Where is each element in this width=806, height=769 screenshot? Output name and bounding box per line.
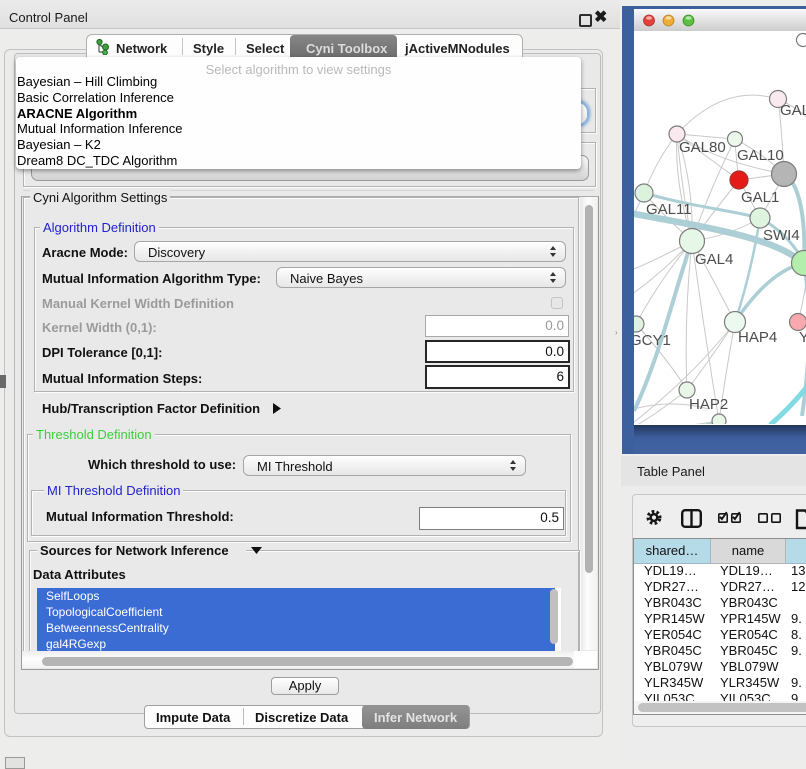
svg-text:HAP4: HAP4 bbox=[738, 329, 777, 346]
svg-text:GAL1: GAL1 bbox=[741, 189, 779, 206]
svg-text:GAL11: GAL11 bbox=[646, 201, 692, 218]
svg-text:GAL2: GAL2 bbox=[780, 102, 806, 119]
svg-text:GAL4: GAL4 bbox=[695, 251, 733, 268]
svg-text:HAP2: HAP2 bbox=[689, 396, 728, 413]
svg-text:GCY1: GCY1 bbox=[634, 332, 671, 349]
svg-text:SWI4: SWI4 bbox=[763, 227, 800, 244]
svg-text:YKL109W: YKL109W bbox=[799, 329, 806, 346]
svg-text:GAL10: GAL10 bbox=[737, 147, 784, 164]
svg-text:GAL80: GAL80 bbox=[679, 139, 726, 156]
